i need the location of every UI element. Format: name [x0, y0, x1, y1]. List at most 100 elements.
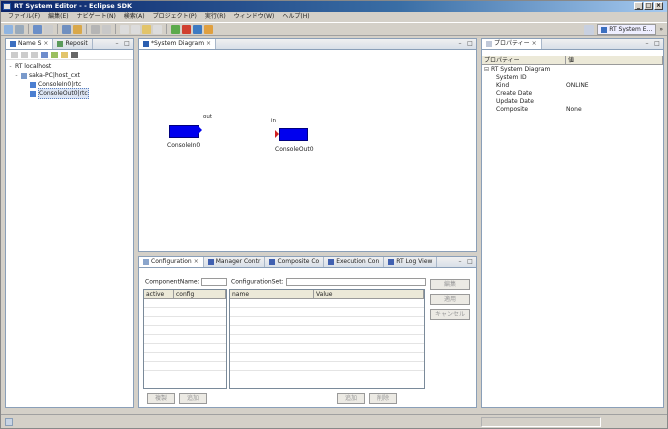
configuration-params-table[interactable]: name Value	[229, 289, 425, 389]
close-button[interactable]: ×	[654, 2, 663, 10]
component-consoleout[interactable]	[279, 128, 308, 141]
annotation-next-icon[interactable]	[120, 24, 129, 34]
column-header-property[interactable]: プロパティー	[482, 56, 566, 64]
configset-table[interactable]: active config	[143, 289, 227, 389]
new-icon[interactable]	[4, 24, 13, 34]
maximize-view-icon[interactable]: □	[653, 40, 661, 48]
apply-button[interactable]: 適用	[430, 294, 470, 305]
forward-icon[interactable]	[21, 51, 28, 58]
open-system-icon[interactable]	[204, 24, 213, 34]
perspective-rt-system-editor[interactable]: RT System E...	[597, 24, 657, 35]
up-icon[interactable]	[31, 51, 38, 58]
collapse-icon[interactable]: -	[8, 62, 13, 71]
view-menu-icon[interactable]	[71, 51, 78, 58]
property-row[interactable]: Update Date	[482, 98, 663, 106]
outport-icon[interactable]	[198, 126, 202, 134]
refresh-icon[interactable]	[51, 51, 58, 58]
property-value	[566, 66, 626, 74]
maximize-button[interactable]: □	[644, 2, 653, 10]
diagram-icon	[143, 41, 149, 47]
minimize-view-icon[interactable]: –	[456, 40, 464, 48]
debug-icon[interactable]	[62, 24, 71, 34]
collapse-icon[interactable]: -	[14, 71, 19, 80]
maximize-view-icon[interactable]: □	[123, 40, 131, 48]
maximize-view-icon[interactable]: □	[466, 40, 474, 48]
column-header-value[interactable]: 値	[566, 56, 663, 64]
system-icon[interactable]	[193, 24, 202, 34]
add-param-button[interactable]: 追加	[337, 393, 365, 404]
property-row[interactable]: System ID	[482, 74, 663, 82]
menu-project[interactable]: プロジェクト(P)	[149, 12, 201, 22]
menu-run[interactable]: 実行(R)	[201, 12, 230, 22]
tab-label: プロパティー	[494, 40, 530, 47]
forward-icon[interactable]	[153, 24, 162, 34]
tab-properties[interactable]: プロパティー ×	[482, 39, 542, 49]
tree-item-localhost[interactable]: - RT localhost	[8, 62, 131, 71]
minimize-view-icon[interactable]: –	[643, 40, 651, 48]
property-row[interactable]: ⊟ RT System Diagram	[482, 66, 663, 74]
maximize-view-icon[interactable]: □	[466, 258, 474, 266]
tree-item-host-context[interactable]: - saka-PC|host_cxt	[8, 71, 131, 80]
tab-name-service[interactable]: Name S ×	[6, 39, 54, 49]
minimize-button[interactable]: _	[634, 2, 643, 10]
column-header-active[interactable]: active	[144, 290, 174, 298]
inport-icon[interactable]	[275, 130, 279, 138]
close-icon[interactable]: ×	[43, 39, 48, 49]
tab-composite-component[interactable]: Composite Co	[265, 257, 325, 267]
property-row[interactable]: Kind ONLINE	[482, 82, 663, 90]
open-perspective-icon[interactable]	[584, 24, 595, 35]
menu-edit[interactable]: 編集(E)	[44, 12, 72, 22]
component-consolein[interactable]	[169, 125, 199, 138]
column-header-value[interactable]: Value	[314, 290, 424, 298]
delete-param-button[interactable]: 削除	[369, 393, 397, 404]
port-label-in: in	[271, 118, 277, 124]
offline-icon[interactable]	[182, 24, 191, 34]
minimize-view-icon[interactable]: –	[113, 40, 121, 48]
perspective-label: RT System E...	[609, 26, 653, 33]
menu-window[interactable]: ウィンドウ(W)	[230, 12, 279, 22]
run-icon[interactable]	[73, 24, 82, 34]
tab-manager-control[interactable]: Manager Contr	[204, 257, 266, 267]
cancel-button[interactable]: キャンセル	[430, 309, 470, 320]
tab-execution-context[interactable]: Execution Con	[324, 257, 385, 267]
print-icon[interactable]	[44, 24, 53, 34]
fast-view-icon[interactable]	[5, 418, 13, 426]
online-icon[interactable]	[171, 24, 180, 34]
save-icon[interactable]	[33, 24, 42, 34]
back-icon[interactable]	[11, 51, 18, 58]
menu-help[interactable]: ヘルプ(H)	[278, 12, 313, 22]
menu-search[interactable]: 検索(A)	[120, 12, 149, 22]
name-service-icon	[10, 41, 16, 47]
annotation-prev-icon[interactable]	[131, 24, 140, 34]
rt-icon	[388, 259, 395, 265]
open-icon[interactable]	[15, 24, 24, 34]
external-tools-icon[interactable]	[102, 24, 111, 34]
close-icon[interactable]: ×	[194, 257, 199, 267]
edit-button[interactable]: 編集	[430, 279, 470, 290]
copy-configset-button[interactable]: 複製	[147, 393, 175, 404]
tab-repository[interactable]: Reposit	[53, 39, 93, 49]
tab-configuration[interactable]: Configuration ×	[139, 257, 204, 267]
column-header-config[interactable]: config	[174, 290, 226, 298]
add-nameserver-icon[interactable]	[41, 51, 48, 58]
tab-rt-log-view[interactable]: RT Log View	[384, 257, 438, 267]
minimize-view-icon[interactable]: –	[456, 258, 464, 266]
property-row[interactable]: Composite None	[482, 106, 663, 114]
filter-icon[interactable]	[61, 51, 68, 58]
add-configset-button[interactable]: 追加	[179, 393, 207, 404]
menu-navigate[interactable]: ナビゲート(N)	[73, 12, 120, 22]
back-icon[interactable]	[142, 24, 151, 34]
close-icon[interactable]: ×	[206, 39, 211, 49]
column-header-name[interactable]: name	[230, 290, 314, 298]
diagram-canvas[interactable]: out ConsoleIn0 in ConsoleOut0	[139, 50, 476, 251]
tab-system-diagram[interactable]: *System Diagram ×	[139, 39, 217, 49]
search-icon[interactable]	[91, 24, 100, 34]
property-row[interactable]: Create Date	[482, 90, 663, 98]
more-perspectives-icon[interactable]: »	[659, 26, 663, 33]
perspective-switcher: RT System E... »	[584, 24, 663, 35]
close-icon[interactable]: ×	[532, 39, 537, 49]
tree-item-consoleout[interactable]: ConsoleOut0|rtc	[8, 88, 131, 99]
rt-icon	[269, 259, 276, 265]
collapse-icon[interactable]: ⊟	[484, 66, 491, 73]
menu-file[interactable]: ファイル(F)	[4, 12, 44, 22]
